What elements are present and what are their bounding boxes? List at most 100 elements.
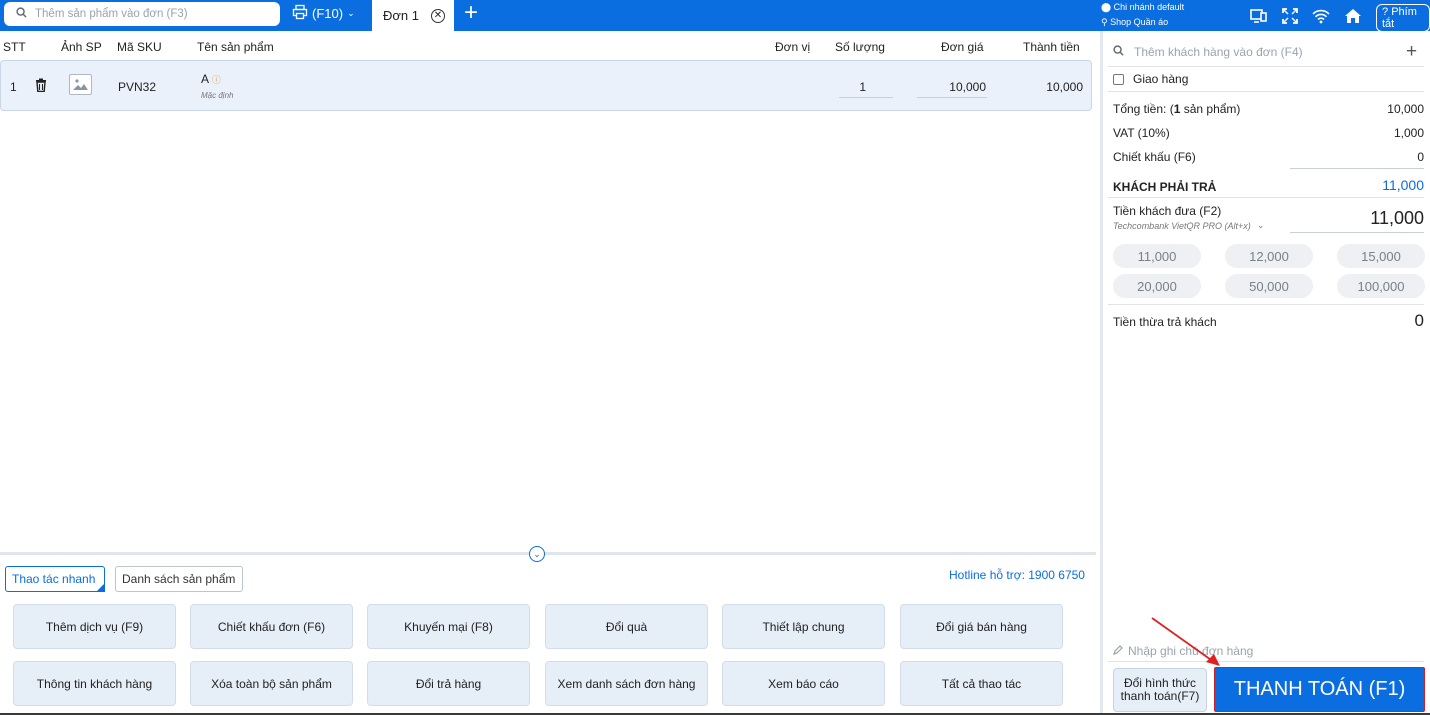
- redeem-gift-button[interactable]: Đổi quà: [545, 604, 708, 649]
- branch-info[interactable]: ⬤ Chi nhánh default ⚲ Shop Quần áo: [1101, 0, 1184, 30]
- all-actions-button[interactable]: Tất cả thao tác: [900, 661, 1063, 706]
- col-name: Tên sản phẩm: [197, 40, 274, 54]
- return-goods-button[interactable]: Đổi trả hàng: [367, 661, 530, 706]
- subtotal-label: Tổng tiền: (1 sản phẩm): [1113, 102, 1240, 116]
- price-input[interactable]: 10,000: [917, 74, 987, 98]
- suggest-amount-chip[interactable]: 20,000: [1113, 274, 1201, 298]
- change-payment-line-2: thanh toán(F7): [1120, 689, 1200, 703]
- add-customer-icon[interactable]: +: [1406, 42, 1417, 62]
- row-product-name-text: A: [201, 72, 209, 86]
- view-report-button[interactable]: Xem báo cáo: [722, 661, 885, 706]
- image-placeholder-icon: [69, 74, 92, 95]
- customer-search-placeholder: Thêm khách hàng vào đơn (F4): [1134, 45, 1303, 59]
- annotation-arrow-icon: [1151, 617, 1220, 666]
- col-image: Ảnh SP: [61, 40, 102, 54]
- divider: [1108, 66, 1424, 67]
- checkout-button[interactable]: THANH TOÁN (F1): [1214, 667, 1425, 712]
- shop-name: Shop Quần áo: [1110, 17, 1169, 27]
- hotline-text: Hotline hỗ trợ: 1900 6750: [949, 568, 1085, 582]
- vat-label: VAT (10%): [1113, 126, 1170, 140]
- delivery-label: Giao hàng: [1133, 72, 1189, 86]
- suggest-amount-chip[interactable]: 12,000: [1225, 244, 1313, 268]
- search-icon: [1113, 45, 1124, 59]
- product-table-header: STT Ảnh SP Mã SKU Tên sản phẩm Đơn vị Số…: [0, 31, 1096, 59]
- printer-icon: [292, 4, 308, 23]
- payment-method-selector[interactable]: Techcombank VietQR PRO (Alt+x) ⌄: [1113, 220, 1264, 231]
- tab-quick-actions-label: Thao tác nhanh: [12, 572, 96, 586]
- product-search-input[interactable]: Thêm sản phẩm vào đơn (F3): [4, 2, 280, 26]
- col-sku: Mã SKU: [117, 40, 162, 54]
- row-product-name[interactable]: A ⓘ: [201, 72, 221, 86]
- row-variant: Mặc định: [201, 91, 234, 100]
- paid-label: Tiền khách đưa (F2): [1113, 204, 1222, 218]
- change-payment-method-button[interactable]: Đổi hình thức thanh toán(F7): [1113, 668, 1207, 712]
- pencil-icon: [1113, 644, 1123, 658]
- general-settings-button[interactable]: Thiết lập chung: [722, 604, 885, 649]
- screen-icon[interactable]: [1250, 8, 1268, 29]
- subtotal-label-b: sản phẩm): [1180, 102, 1241, 116]
- suggest-amount-chip[interactable]: 11,000: [1113, 244, 1201, 268]
- home-icon[interactable]: [1344, 8, 1362, 29]
- info-icon[interactable]: ⓘ: [212, 75, 221, 85]
- suggest-amount-chip[interactable]: 100,000: [1337, 274, 1425, 298]
- amount-due-value: 11,000: [1382, 177, 1424, 193]
- divider: [1108, 304, 1424, 305]
- location-pin-icon: ⬤: [1101, 2, 1112, 12]
- tab-product-list[interactable]: Danh sách sản phẩm: [115, 566, 243, 592]
- customer-info-button[interactable]: Thông tin khách hàng: [13, 661, 176, 706]
- tab-order-1-label: Đơn 1: [383, 8, 419, 23]
- top-icons: ? Phím tắt: [1250, 4, 1430, 32]
- change-due-value: 0: [1414, 311, 1424, 330]
- payment-method-label: Techcombank VietQR PRO (Alt+x): [1113, 220, 1251, 231]
- vat-value: 1,000: [1393, 126, 1424, 140]
- table-row[interactable]: 1 PVN32 A ⓘ Mặc định 1 10,000 10,000: [0, 60, 1092, 111]
- suggest-amount-chip[interactable]: 50,000: [1225, 274, 1313, 298]
- order-discount-button[interactable]: Chiết khấu đơn (F6): [190, 604, 353, 649]
- row-sku: PVN32: [118, 80, 157, 94]
- branch-name: Chi nhánh default: [1113, 2, 1185, 12]
- clear-products-button[interactable]: Xóa toàn bộ sản phẩm: [190, 661, 353, 706]
- fullscreen-icon[interactable]: [1282, 7, 1298, 29]
- add-service-button[interactable]: Thêm dịch vụ (F9): [13, 604, 176, 649]
- suggest-amount-chip[interactable]: 15,000: [1337, 244, 1425, 268]
- order-list-button[interactable]: Xem danh sách đơn hàng: [545, 661, 708, 706]
- change-price-button[interactable]: Đổi giá bán hàng: [900, 604, 1063, 649]
- collapse-chevron-icon[interactable]: ⌄: [529, 546, 545, 562]
- discount-input[interactable]: 0: [1290, 150, 1424, 169]
- close-tab-icon[interactable]: ✕: [431, 8, 445, 23]
- subtotal-value: 10,000: [1387, 102, 1424, 116]
- top-bar: Thêm sản phẩm vào đơn (F3) (F10) ⌄ Đơn 1…: [0, 0, 1430, 32]
- amount-due-label: KHÁCH PHẢI TRẢ: [1113, 180, 1217, 194]
- change-due-label: Tiền thừa trả khách: [1113, 315, 1217, 329]
- row-stt: 1: [10, 80, 17, 94]
- delivery-toggle[interactable]: Giao hàng: [1113, 72, 1188, 86]
- promotion-button[interactable]: Khuyến mại (F8): [367, 604, 530, 649]
- col-total: Thành tiền: [1023, 40, 1080, 54]
- hotkey-button[interactable]: ? Phím tắt: [1376, 4, 1430, 32]
- col-unit: Đơn vị: [775, 40, 811, 54]
- subtotal-label-a: Tổng tiền: (: [1113, 102, 1174, 116]
- help-icon: ?: [1382, 6, 1389, 18]
- col-stt: STT: [3, 40, 26, 54]
- col-price: Đơn giá: [941, 40, 984, 54]
- delivery-checkbox[interactable]: [1113, 73, 1124, 85]
- tab-quick-actions[interactable]: Thao tác nhanh: [5, 566, 105, 592]
- quantity-input[interactable]: 1: [839, 74, 893, 98]
- print-shortcut-label: (F10): [312, 6, 344, 21]
- delete-icon[interactable]: [35, 78, 47, 95]
- paid-amount-input[interactable]: 11,000: [1290, 208, 1424, 233]
- hotkey-label: Phím tắt: [1382, 6, 1417, 30]
- product-search-placeholder: Thêm sản phẩm vào đơn (F3): [35, 8, 188, 20]
- tab-product-list-label: Danh sách sản phẩm: [122, 572, 236, 586]
- chevron-down-icon: ⌄: [347, 8, 355, 18]
- col-qty: Số lượng: [835, 40, 885, 54]
- customer-search-input[interactable]: Thêm khách hàng vào đơn (F4): [1113, 45, 1425, 59]
- search-icon: [16, 7, 27, 21]
- user-icon: ⚲: [1101, 17, 1108, 27]
- chevron-down-icon: ⌄: [1256, 220, 1265, 230]
- tab-order-1[interactable]: Đơn 1 ✕: [372, 0, 454, 31]
- add-tab-icon[interactable]: +: [464, 1, 478, 25]
- print-selector[interactable]: (F10) ⌄: [292, 4, 355, 23]
- wifi-icon: [1312, 8, 1330, 29]
- row-total: 10,000: [1046, 80, 1083, 94]
